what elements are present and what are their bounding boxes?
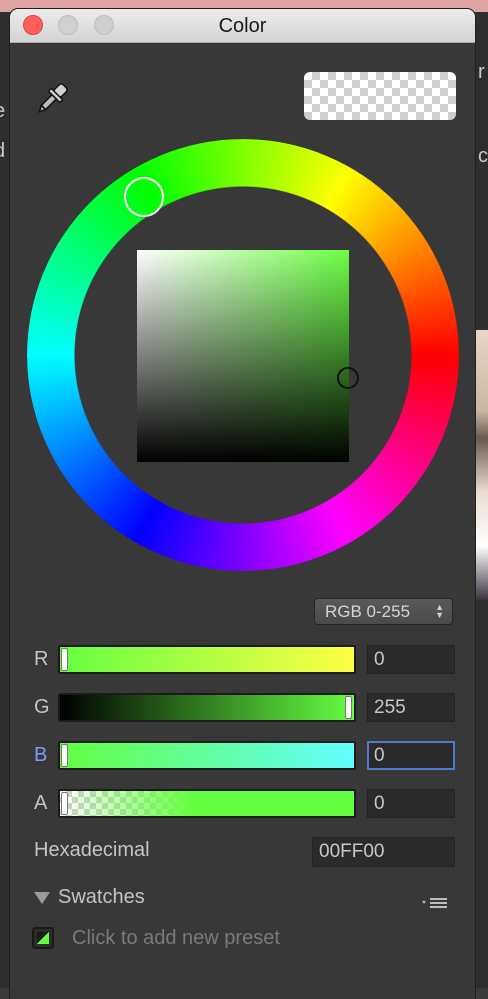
title-bar: Color [10, 9, 475, 43]
slider-r[interactable] [58, 645, 356, 674]
color-mode-label: RGB 0-255 [325, 602, 411, 621]
channel-label-a: A [34, 792, 48, 814]
color-preview-swatch [304, 72, 456, 120]
slider-b-thumb[interactable] [61, 744, 68, 767]
slider-a[interactable] [58, 789, 356, 818]
channel-label-g: G [34, 696, 50, 718]
background-text: c [478, 145, 488, 167]
slider-r-thumb[interactable] [61, 648, 68, 671]
color-wheel [27, 139, 459, 571]
r-value-field[interactable]: 0 [367, 645, 455, 674]
swatches-label: Swatches [58, 886, 145, 908]
color-picker-window: Color RGB 0-255 ▲ ▼ R 0 G 255 B 0 A 0 He… [10, 9, 475, 999]
channel-label-b: B [34, 744, 48, 766]
window-title: Color [218, 15, 267, 37]
slider-b[interactable] [58, 741, 356, 770]
hexadecimal-label: Hexadecimal [34, 839, 150, 861]
up-down-arrows-icon: ▲ ▼ [435, 602, 444, 620]
slider-g[interactable] [58, 693, 356, 722]
b-value-field[interactable]: 0 [367, 741, 455, 770]
add-preset-hint: Click to add new preset [72, 927, 280, 949]
background-text: r [478, 61, 485, 83]
background-text: d [0, 140, 5, 163]
disclosure-triangle-icon [34, 892, 50, 904]
hue-handle[interactable] [124, 177, 164, 217]
background-image [476, 330, 488, 600]
slider-a-thumb[interactable] [61, 792, 68, 815]
preset-color-icon [37, 932, 49, 944]
a-value-field[interactable]: 0 [367, 789, 455, 818]
channel-label-r: R [34, 648, 49, 670]
swatch-menu-icon[interactable] [420, 895, 450, 911]
add-preset-swatch[interactable] [32, 927, 54, 949]
eyedropper-icon[interactable] [32, 79, 72, 119]
slider-g-thumb[interactable] [345, 696, 352, 719]
background-text: e [0, 100, 5, 123]
g-value-field[interactable]: 255 [367, 693, 455, 722]
saturation-value-square[interactable] [137, 250, 349, 462]
color-mode-select[interactable]: RGB 0-255 ▲ ▼ [314, 598, 453, 625]
hexadecimal-field[interactable]: 00FF00 [312, 837, 455, 867]
saturation-value-handle[interactable] [337, 367, 359, 389]
